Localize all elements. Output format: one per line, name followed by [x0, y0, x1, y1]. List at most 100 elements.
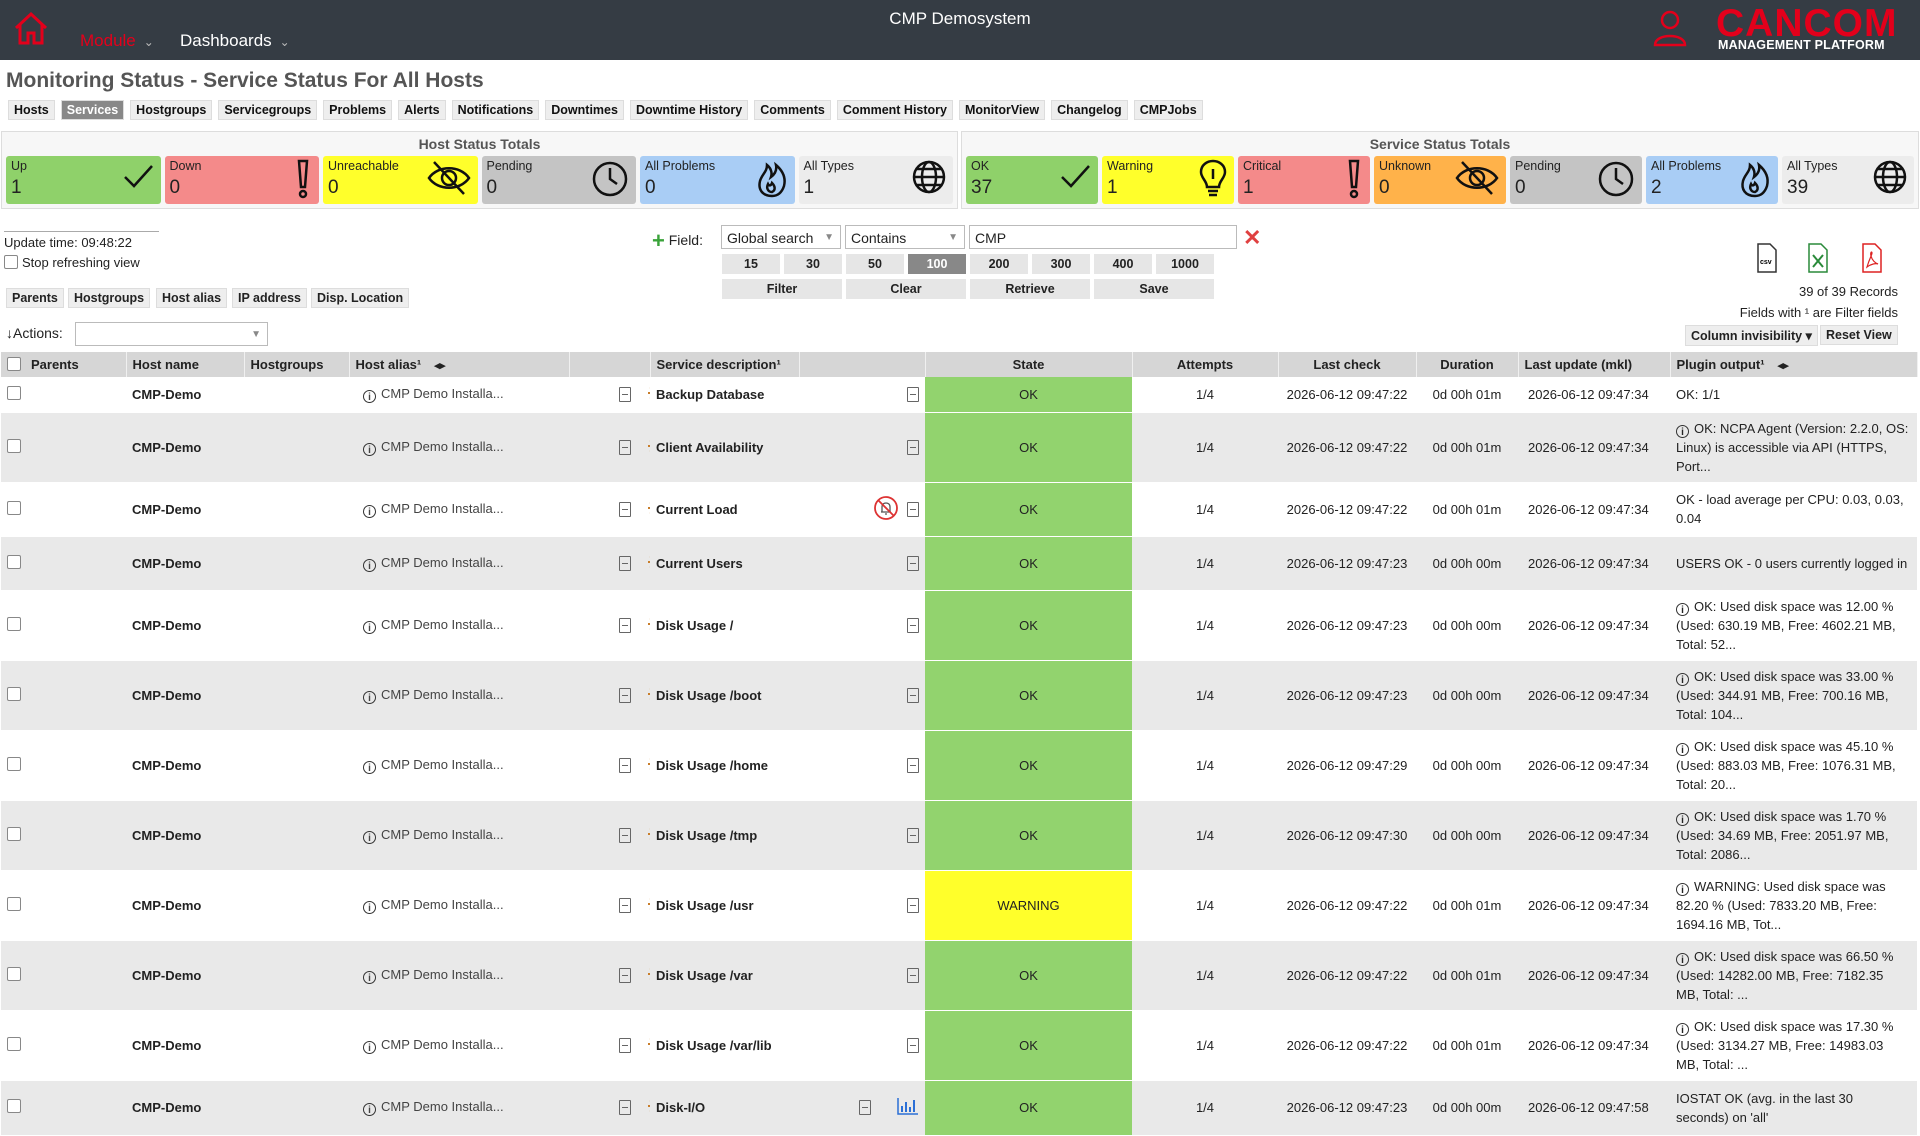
service-description[interactable]: Current Load [650, 482, 799, 537]
page-size-400[interactable]: 400 [1094, 254, 1152, 274]
info-icon[interactable]: i [1676, 602, 1689, 616]
search-input[interactable]: CMP [969, 225, 1237, 249]
host-doc-icon[interactable] [619, 555, 631, 571]
row-checkbox[interactable] [7, 554, 21, 569]
info-icon[interactable]: i [363, 558, 376, 572]
page-size-200[interactable]: 200 [970, 254, 1028, 274]
page-size-100[interactable]: 100 [908, 254, 966, 274]
column-header[interactable]: Host alias¹ ◂▸ [349, 352, 570, 377]
host-totals-card-pending[interactable]: Pending 0 [481, 156, 636, 204]
gear-icon[interactable] [647, 499, 650, 520]
table-row[interactable]: CMP-Demo i CMP Demo Installa... Current Use… [1, 536, 1917, 591]
host-name[interactable]: CMP-Demo [126, 377, 244, 413]
service-totals-card-all-types[interactable]: All Types 39 [1782, 156, 1914, 204]
host-name[interactable]: CMP-Demo [126, 660, 244, 731]
info-icon[interactable]: i [363, 970, 376, 984]
page-size-300[interactable]: 300 [1032, 254, 1090, 274]
gear-icon[interactable] [647, 1035, 650, 1056]
table-row[interactable]: CMP-Demo i CMP Demo Installa... Disk Usage … [1, 1010, 1917, 1081]
page-size-50[interactable]: 50 [846, 254, 904, 274]
row-checkbox[interactable] [7, 500, 21, 515]
host-name[interactable]: CMP-Demo [126, 536, 244, 591]
host-doc-icon[interactable] [619, 386, 631, 402]
tab-servicegroups[interactable]: Servicegroups [218, 100, 318, 120]
tab-monitorview[interactable]: MonitorView [959, 100, 1046, 120]
tab-comments[interactable]: Comments [754, 100, 831, 120]
gear-icon[interactable] [647, 755, 650, 776]
host-doc-icon[interactable] [619, 501, 631, 517]
graph-icon[interactable] [897, 1097, 919, 1118]
page-size-30[interactable]: 30 [784, 254, 842, 274]
gear-icon[interactable] [647, 437, 650, 458]
tab-alerts[interactable]: Alerts [398, 100, 446, 120]
tab-notifications[interactable]: Notifications [451, 100, 540, 120]
column-header[interactable]: Last update (mkl) [1518, 352, 1671, 377]
row-checkbox[interactable] [7, 1099, 21, 1113]
info-icon[interactable]: i [363, 690, 376, 704]
row-checkbox[interactable] [7, 1036, 21, 1051]
host-totals-card-down[interactable]: Down 0 [164, 156, 319, 204]
tab-services[interactable]: Services [60, 100, 125, 120]
service-description[interactable]: Disk-I/O [650, 1080, 799, 1136]
column-header[interactable]: Plugin output¹ ◂▸ [1670, 352, 1918, 377]
column-header[interactable]: Attempts [1132, 352, 1279, 377]
row-checkbox[interactable] [7, 438, 21, 453]
toggle-parents[interactable]: Parents [6, 288, 64, 308]
tab-hosts[interactable]: Hosts [8, 100, 55, 120]
service-totals-card-unknown[interactable]: Unknown 0 [1374, 156, 1506, 204]
clear-search-icon[interactable]: ✕ [1243, 225, 1261, 251]
host-totals-card-unreachable[interactable]: Unreachable 0 [323, 156, 478, 204]
actions-select[interactable]: ▼ [75, 322, 268, 346]
host-doc-icon[interactable] [619, 827, 631, 843]
host-name[interactable]: CMP-Demo [126, 1010, 244, 1081]
column-header[interactable]: Last check [1278, 352, 1417, 377]
service-doc-icon[interactable] [907, 618, 919, 634]
table-row[interactable]: CMP-Demo i CMP Demo Installa... Disk-I/O OK 1… [1, 1080, 1917, 1136]
resize-arrows-icon[interactable]: ◂▸ [431, 360, 445, 372]
column-header[interactable]: Parents [1, 352, 127, 377]
service-doc-icon[interactable] [907, 556, 919, 572]
user-icon[interactable] [1652, 8, 1688, 51]
service-description[interactable]: Disk Usage /tmp [650, 800, 799, 871]
info-icon[interactable]: i [363, 1103, 376, 1116]
info-icon[interactable]: i [1676, 1022, 1689, 1036]
column-header[interactable]: State [925, 352, 1133, 377]
add-field-button[interactable]: + Field: [652, 228, 703, 254]
service-totals-card-pending[interactable]: Pending 0 [1510, 156, 1642, 204]
service-description[interactable]: Disk Usage /var [650, 940, 799, 1011]
column-header[interactable]: Host name [126, 352, 245, 377]
gear-icon[interactable] [647, 895, 650, 916]
row-checkbox[interactable] [7, 616, 21, 631]
gear-icon[interactable] [647, 615, 650, 636]
tab-problems[interactable]: Problems [323, 100, 393, 120]
table-row[interactable]: CMP-Demo i CMP Demo Installa... Disk Usage … [1, 590, 1917, 661]
menu-module[interactable]: Module ⌄ [80, 31, 154, 51]
host-name[interactable]: CMP-Demo [126, 412, 244, 483]
clear-button[interactable]: Clear [846, 279, 966, 299]
table-row[interactable]: CMP-Demo i CMP Demo Installa... Disk Usage … [1, 730, 1917, 801]
row-checkbox[interactable] [7, 826, 21, 841]
save-button[interactable]: Save [1094, 279, 1214, 299]
row-checkbox[interactable] [7, 385, 21, 400]
host-doc-icon[interactable] [619, 967, 631, 983]
service-totals-card-warning[interactable]: Warning 1 [1102, 156, 1234, 204]
host-name[interactable]: CMP-Demo [126, 482, 244, 537]
host-name[interactable]: CMP-Demo [126, 870, 244, 941]
tab-cmpjobs[interactable]: CMPJobs [1133, 100, 1203, 120]
host-name[interactable]: CMP-Demo [126, 730, 244, 801]
resize-arrows-icon[interactable]: ◂▸ [1775, 360, 1789, 372]
info-icon[interactable]: i [1676, 812, 1689, 826]
service-doc-icon[interactable] [907, 828, 919, 844]
csv-export-icon[interactable]: csv [1756, 243, 1778, 276]
service-doc-icon[interactable] [907, 968, 919, 984]
gear-icon[interactable] [647, 553, 650, 574]
table-row[interactable]: CMP-Demo i CMP Demo Installa... Disk Usage … [1, 940, 1917, 1011]
host-totals-card-up[interactable]: Up 1 [6, 156, 161, 204]
field-select[interactable]: Global search ▼ [721, 225, 841, 249]
info-icon[interactable]: i [363, 504, 376, 518]
service-totals-card-critical[interactable]: Critical 1 [1238, 156, 1370, 204]
reset-view-button[interactable]: Reset View [1820, 325, 1898, 345]
info-icon[interactable]: i [363, 760, 376, 774]
toggle-host-alias[interactable]: Host alias [156, 288, 228, 308]
table-row[interactable]: CMP-Demo i CMP Demo Installa... Client Avai… [1, 412, 1917, 483]
